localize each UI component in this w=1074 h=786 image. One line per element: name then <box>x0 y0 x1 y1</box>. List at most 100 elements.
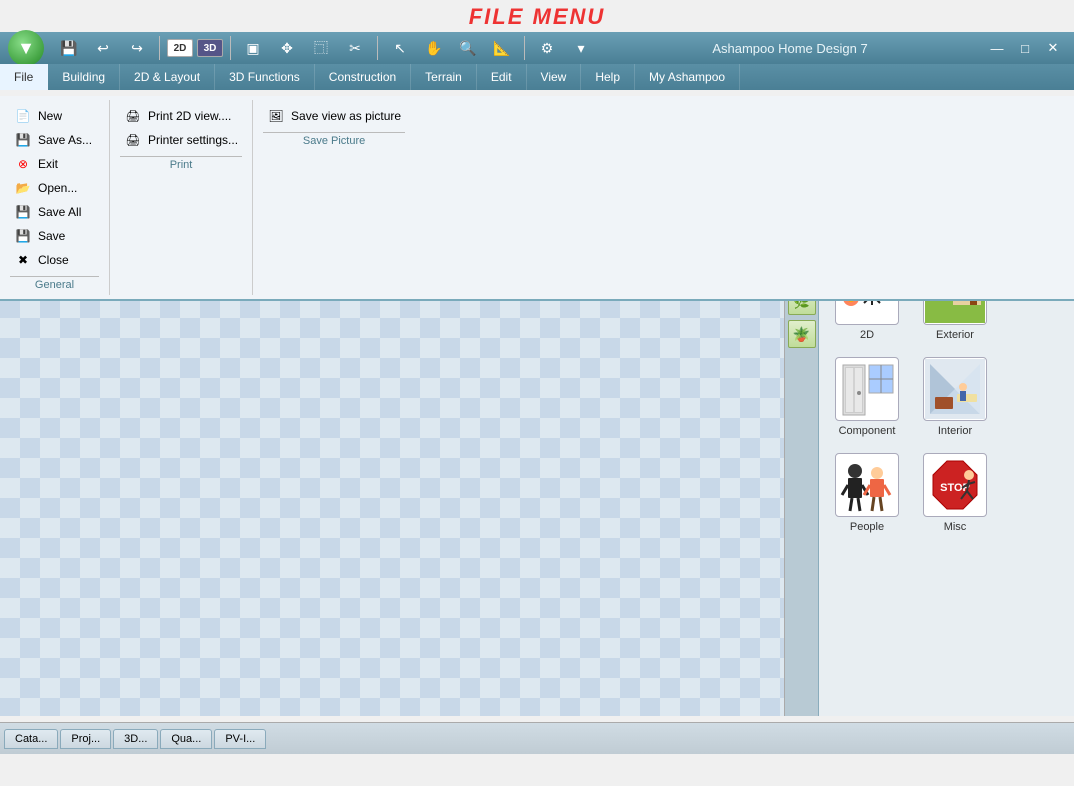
menu-save-all-label: Save All <box>38 205 81 219</box>
menu-myashampoo[interactable]: My Ashampoo <box>635 64 740 90</box>
tool-pointer[interactable]: ↖ <box>385 33 415 63</box>
maximize-button[interactable]: □ <box>1012 38 1038 58</box>
bottom-tab-catalog[interactable]: Cata... <box>4 729 58 749</box>
bottom-bar: Cata... Proj... 3D... Qua... PV-I... <box>0 722 1074 754</box>
menu-help[interactable]: Help <box>581 64 635 90</box>
catalog-body: 📦 🌿 🪴 <box>785 249 1074 716</box>
title-bar: ▼ 💾 ↩ ↪ 2D 3D ▣ ✥ ⿹ ✂ ↖ ✋ 🔍 📐 ⚙ ▾ Ashamp… <box>0 32 1074 64</box>
menu-printer-settings[interactable]: 🖨 Printer settings... <box>120 128 242 152</box>
catalog-item-interior[interactable]: Interior <box>915 353 995 441</box>
tool-copy[interactable]: ⿹ <box>306 33 336 63</box>
tool-move[interactable]: ✥ <box>272 33 302 63</box>
dropdown-print-section: 🖨 Print 2D view.... 🖨 Printer settings..… <box>110 100 253 295</box>
menu-view[interactable]: View <box>527 64 582 90</box>
menu-terrain[interactable]: Terrain <box>411 64 477 90</box>
file-dropdown: 📄 New 💾 Save As... ⊗ Exit 📂 Open... 💾 Sa… <box>0 96 1074 301</box>
bottom-tab-quality[interactable]: Qua... <box>160 729 212 749</box>
menu-edit[interactable]: Edit <box>477 64 527 90</box>
toolbar-sep-3 <box>377 36 378 60</box>
menu-bar: File Building 2D & Layout 3D Functions C… <box>0 64 1074 90</box>
tool-measure[interactable]: 📐 <box>487 33 517 63</box>
menu-file[interactable]: File <box>0 64 48 90</box>
print-icon: 🖨 <box>124 107 142 125</box>
catalog-content: 2D <box>819 249 1074 716</box>
menu-save-view[interactable]: 🖼 Save view as picture <box>263 104 405 128</box>
tool-options[interactable]: ⚙ <box>532 33 562 63</box>
bottom-tab-project[interactable]: Proj... <box>60 729 111 749</box>
menu-building[interactable]: Building <box>48 64 120 90</box>
save-icon: 💾 <box>14 227 32 245</box>
menu-save-as-label: Save As... <box>38 133 92 147</box>
new-icon: 📄 <box>14 107 32 125</box>
app-title: Ashampoo Home Design 7 <box>596 41 984 56</box>
menu-print2d-label: Print 2D view.... <box>148 109 231 123</box>
quick-redo-icon[interactable]: ↪ <box>122 33 152 63</box>
catalog-item-people[interactable]: People <box>827 449 907 537</box>
catalog-item-component-label: Component <box>839 425 896 437</box>
window-controls: — □ ✕ <box>984 38 1066 58</box>
catalog-item-misc-label: Misc <box>944 521 967 533</box>
menu-exit[interactable]: ⊗ Exit <box>10 152 99 176</box>
bottom-tab-3d[interactable]: 3D... <box>113 729 158 749</box>
open-icon: 📂 <box>14 179 32 197</box>
misc-icon: STOP <box>923 453 987 517</box>
toolbar-sep-4 <box>524 36 525 60</box>
tool-dropdown[interactable]: ▾ <box>566 33 596 63</box>
catalog-item-people-label: People <box>850 521 884 533</box>
menu-construction[interactable]: Construction <box>315 64 411 90</box>
cat-nav-btn-3[interactable]: 🪴 <box>788 320 816 348</box>
menu-save-view-label: Save view as picture <box>291 109 401 123</box>
menu-close[interactable]: ✖ Close <box>10 248 99 272</box>
exit-icon: ⊗ <box>14 155 32 173</box>
save-all-icon: 💾 <box>14 203 32 221</box>
menu-save-all[interactable]: 💾 Save All <box>10 200 99 224</box>
quick-undo-icon[interactable]: ↩ <box>88 33 118 63</box>
print-section-title: Print <box>120 156 242 171</box>
dropdown-savepic-section: 🖼 Save view as picture Save Picture <box>253 100 415 295</box>
component-icon <box>835 357 899 421</box>
savepic-section-title: Save Picture <box>263 132 405 147</box>
catalog-item-component[interactable]: Component <box>827 353 907 441</box>
menu-printer-settings-label: Printer settings... <box>148 133 238 147</box>
menu-print2d[interactable]: 🖨 Print 2D view.... <box>120 104 242 128</box>
menu-new[interactable]: 📄 New <box>10 104 99 128</box>
close-file-icon: ✖ <box>14 251 32 269</box>
toolbar-sep-1 <box>159 36 160 60</box>
general-section-title: General <box>10 276 99 291</box>
tool-pan[interactable]: ✋ <box>419 33 449 63</box>
bottom-tab-pv[interactable]: PV-I... <box>214 729 266 749</box>
minimize-button[interactable]: — <box>984 38 1010 58</box>
catalog-item-interior-label: Interior <box>938 425 972 437</box>
menu-exit-label: Exit <box>38 157 58 171</box>
tool-select[interactable]: ▣ <box>238 33 268 63</box>
view-2d-btn[interactable]: 2D <box>167 39 193 57</box>
page-heading: FILE MENU <box>0 0 1074 34</box>
tool-delete[interactable]: ✂ <box>340 33 370 63</box>
menu-3d-functions[interactable]: 3D Functions <box>215 64 315 90</box>
quick-save-icon[interactable]: 💾 <box>54 33 84 63</box>
save-view-icon: 🖼 <box>267 107 285 125</box>
interior-icon <box>923 357 987 421</box>
menu-open[interactable]: 📂 Open... <box>10 176 99 200</box>
close-button[interactable]: ✕ <box>1040 38 1066 58</box>
save-as-icon: 💾 <box>14 131 32 149</box>
menu-new-label: New <box>38 109 62 123</box>
catalog-item-exterior-label: Exterior <box>936 329 974 341</box>
menu-save-label: Save <box>38 229 65 243</box>
menu-save[interactable]: 💾 Save <box>10 224 99 248</box>
menu-open-label: Open... <box>38 181 77 195</box>
tool-zoom[interactable]: 🔍 <box>453 33 483 63</box>
view-3d-btn[interactable]: 3D <box>197 39 223 57</box>
catalog-item-2d-label: 2D <box>860 329 874 341</box>
printer-settings-icon: 🖨 <box>124 131 142 149</box>
menu-save-as[interactable]: 💾 Save As... <box>10 128 99 152</box>
people-icon <box>835 453 899 517</box>
app-logo: ▼ <box>8 30 44 66</box>
catalog-left-nav: 📦 🌿 🪴 <box>785 249 819 716</box>
dropdown-general-section: 📄 New 💾 Save As... ⊗ Exit 📂 Open... 💾 Sa… <box>0 100 110 295</box>
toolbar-sep-2 <box>230 36 231 60</box>
menu-2d-layout[interactable]: 2D & Layout <box>120 64 215 90</box>
menu-close-label: Close <box>38 253 69 267</box>
title-bar-left: ▼ 💾 ↩ ↪ 2D 3D ▣ ✥ ⿹ ✂ ↖ ✋ 🔍 📐 ⚙ ▾ <box>8 30 596 66</box>
catalog-item-misc[interactable]: STOP Misc <box>915 449 995 537</box>
